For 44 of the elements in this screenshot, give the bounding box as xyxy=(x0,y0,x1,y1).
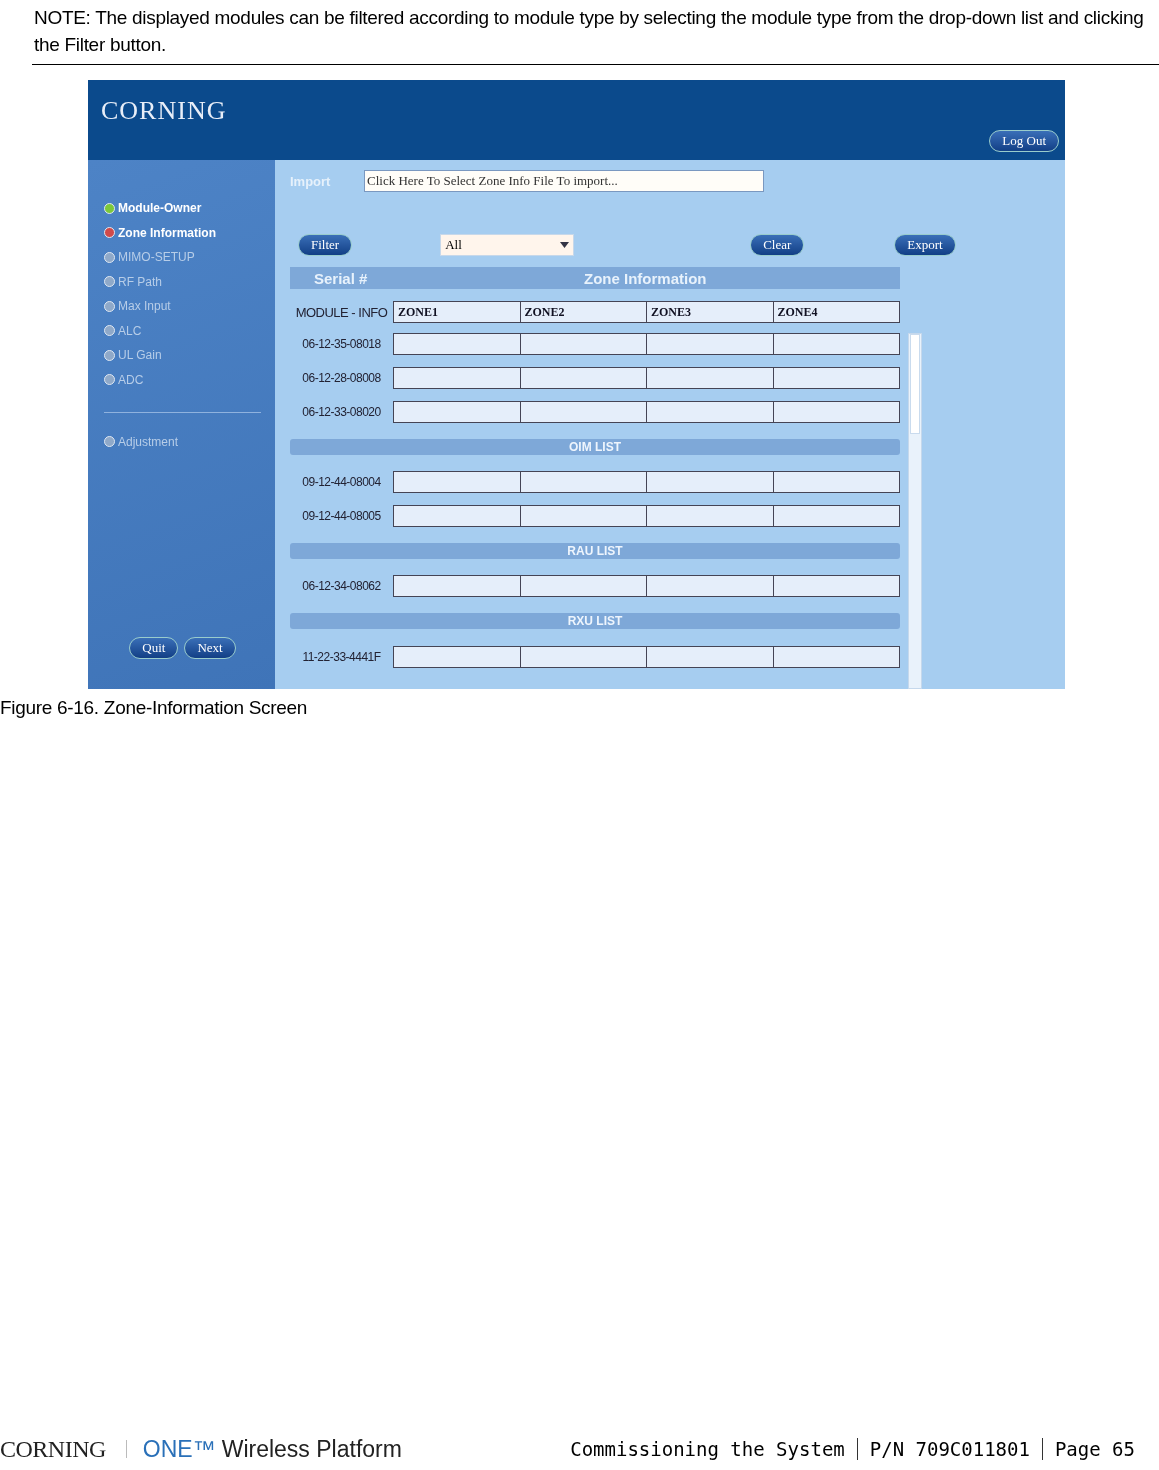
serial-number: 06-12-34-08062 xyxy=(301,578,382,594)
nav-button[interactable]: Next xyxy=(184,637,236,659)
zone-column-header: ZONE2 xyxy=(519,301,646,324)
section-bar: RXU LIST xyxy=(290,613,900,629)
serial-number: 06-12-35-08018 xyxy=(301,336,382,352)
footer-text: Page 65 xyxy=(1041,1438,1147,1460)
module-type-dropdown[interactable]: All xyxy=(440,234,575,257)
column-header: Zone Information xyxy=(584,269,707,287)
serial-number: 06-12-28-08008 xyxy=(301,370,382,386)
product-name: Wireless Platform xyxy=(221,1435,402,1463)
sidebar-item[interactable]: Max Input xyxy=(104,294,261,319)
sidebar-item[interactable]: Adjustment xyxy=(104,412,261,454)
serial-number: 09-12-44-08004 xyxy=(301,474,382,490)
sidebar-item[interactable]: ADC xyxy=(104,367,261,392)
import-label: Import xyxy=(290,173,332,189)
footer-text: Commissioning the System xyxy=(569,1438,846,1460)
brand-name: ONE™ xyxy=(142,1435,216,1463)
serial-number: 09-12-44-08005 xyxy=(301,508,382,524)
row-label: MODULE - INFO xyxy=(294,304,389,320)
note-text: NOTE: The displayed modules can be filtered according to module type by selecting the module type from the drop-down list and clicking the Filter button. xyxy=(32,0,1159,65)
zone-column-header: ZONE4 xyxy=(772,301,900,324)
serial-number: 06-12-33-08020 xyxy=(301,404,382,420)
zone-column-header: ZONE1 xyxy=(393,301,520,324)
serial-number: 11-22-33-4441F xyxy=(301,649,382,665)
sidebar-item[interactable]: MIMO-SETUP xyxy=(104,245,261,270)
zone-column-header: ZONE3 xyxy=(646,301,773,324)
import-file-field[interactable]: Click Here To Select Zone Info File To import... xyxy=(364,170,764,192)
sidebar-item[interactable]: Module-Owner xyxy=(104,196,261,221)
sidebar-item[interactable]: UL Gain xyxy=(104,343,261,368)
sidebar-item[interactable]: Zone Information xyxy=(104,220,261,245)
logout-button[interactable]: Log Out xyxy=(989,130,1059,152)
footer-text: P/N 709C011801 xyxy=(856,1438,1042,1460)
export-button[interactable]: Export xyxy=(894,234,956,257)
nav-button[interactable]: Quit xyxy=(129,637,179,659)
footer-logo: CORNING xyxy=(0,1435,106,1463)
logo: CORNING xyxy=(101,96,227,126)
section-bar: OIM LIST xyxy=(290,439,900,455)
sidebar-item[interactable]: RF Path xyxy=(104,269,261,294)
clear-button[interactable]: Clear xyxy=(750,234,805,257)
section-bar: RAU LIST xyxy=(290,543,900,559)
figure-caption: Figure 6-16. Zone-Information Screen xyxy=(0,697,309,719)
sidebar-item[interactable]: ALC xyxy=(104,318,261,343)
column-header: Serial # xyxy=(314,269,369,287)
filter-button[interactable]: Filter xyxy=(298,234,353,257)
